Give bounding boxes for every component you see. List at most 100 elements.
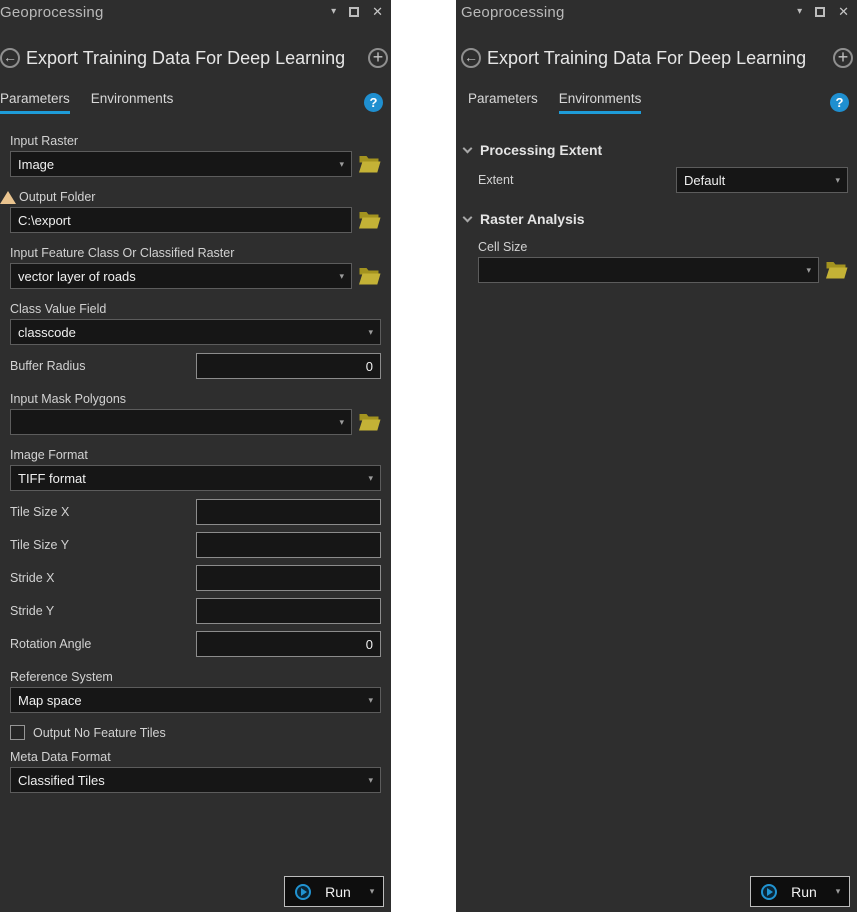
run-button-label: Run — [317, 884, 351, 900]
run-dropdown-button[interactable]: ▾ — [829, 880, 847, 903]
input-raster-value: Image — [18, 157, 54, 172]
pane-title: Geoprocessing — [461, 4, 565, 21]
close-icon[interactable]: ✕ — [838, 7, 849, 17]
input-mask-polygons-browse-button[interactable] — [358, 413, 381, 432]
stride-y-label: Stride Y — [10, 604, 54, 618]
input-feature-value: vector layer of roads — [18, 269, 136, 284]
plus-icon: + — [373, 48, 384, 66]
back-button[interactable]: ← — [0, 48, 20, 68]
folder-icon — [825, 261, 848, 280]
meta-data-format-combo[interactable]: Classified Tiles ▾ — [10, 767, 381, 793]
tab-parameters[interactable]: Parameters — [0, 91, 70, 114]
stride-x-row: Stride X — [10, 565, 381, 591]
input-feature-label: Input Feature Class Or Classified Raster — [10, 246, 381, 260]
folder-icon — [358, 155, 381, 174]
section-title: Processing Extent — [480, 142, 602, 158]
help-icon[interactable]: ? — [830, 93, 849, 112]
maximize-icon[interactable] — [815, 7, 825, 17]
pane-titlebar: Geoprocessing ▾ ✕ — [456, 0, 857, 22]
input-mask-polygons-label: Input Mask Polygons — [10, 392, 381, 406]
tool-title: Export Training Data For Deep Learning — [487, 48, 827, 69]
window-controls: ▾ ✕ — [331, 6, 383, 17]
meta-data-format-value: Classified Tiles — [18, 773, 105, 788]
chevron-down-icon: ▾ — [836, 886, 841, 897]
geoprocessing-pane-environments: Geoprocessing ▾ ✕ ← Export Training Data… — [456, 0, 857, 912]
tool-title: Export Training Data For Deep Learning — [26, 48, 362, 69]
tool-header: ← Export Training Data For Deep Learning… — [456, 45, 857, 71]
output-no-feature-tiles-checkbox[interactable] — [10, 725, 25, 740]
tab-bar: Parameters Environments ? — [456, 90, 857, 114]
folder-icon — [358, 413, 381, 432]
back-button[interactable]: ← — [461, 48, 481, 68]
run-dropdown-button[interactable]: ▾ — [363, 880, 381, 903]
cell-size-combo[interactable]: ▾ — [478, 257, 819, 283]
pane-menu-icon[interactable]: ▾ — [331, 6, 336, 17]
output-folder-input[interactable]: C:\export — [10, 207, 352, 233]
chevron-down-icon: ▾ — [362, 327, 373, 338]
image-format-value: TIFF format — [18, 471, 86, 486]
class-value-field-combo[interactable]: classcode ▾ — [10, 319, 381, 345]
output-no-feature-tiles-label: Output No Feature Tiles — [33, 726, 166, 740]
meta-data-format-label: Meta Data Format — [10, 750, 381, 764]
input-raster-combo[interactable]: Image ▾ — [10, 151, 352, 177]
pane-footer: Run ▾ — [284, 876, 384, 907]
tile-size-y-input[interactable] — [196, 532, 381, 558]
chevron-down-icon: ▾ — [370, 886, 375, 897]
warning-icon — [0, 191, 16, 204]
back-arrow-icon: ← — [464, 50, 478, 64]
tab-bar: Parameters Environments ? — [0, 90, 391, 114]
environments-form: Processing Extent Extent Default ▾ Raste… — [456, 141, 857, 283]
chevron-down-icon: ▾ — [333, 271, 344, 282]
pane-titlebar: Geoprocessing ▾ ✕ — [0, 0, 391, 22]
section-processing-extent[interactable]: Processing Extent — [462, 141, 848, 158]
rotation-angle-input[interactable]: 0 — [196, 631, 381, 657]
add-to-model-button[interactable]: + — [368, 48, 388, 68]
window-controls: ▾ ✕ — [797, 6, 849, 17]
buffer-radius-row: Buffer Radius 0 — [10, 353, 381, 379]
pane-menu-icon[interactable]: ▾ — [797, 6, 802, 17]
chevron-down-icon: ▾ — [362, 695, 373, 706]
class-value-field-label: Class Value Field — [10, 302, 381, 316]
tab-environments[interactable]: Environments — [559, 91, 642, 114]
pane-title: Geoprocessing — [0, 4, 104, 21]
collapse-chevron-icon — [463, 143, 473, 153]
maximize-icon[interactable] — [349, 7, 359, 17]
output-folder-value: C:\export — [18, 213, 71, 228]
buffer-radius-label: Buffer Radius — [10, 359, 86, 373]
tab-environments[interactable]: Environments — [91, 91, 174, 114]
add-to-model-button[interactable]: + — [833, 48, 853, 68]
reference-system-combo[interactable]: Map space ▾ — [10, 687, 381, 713]
help-icon[interactable]: ? — [364, 93, 383, 112]
tab-parameters[interactable]: Parameters — [468, 91, 538, 114]
stride-y-input[interactable] — [196, 598, 381, 624]
folder-icon — [358, 267, 381, 286]
image-format-label: Image Format — [10, 448, 381, 462]
cell-size-browse-button[interactable] — [825, 261, 848, 280]
input-feature-browse-button[interactable] — [358, 267, 381, 286]
input-raster-browse-button[interactable] — [358, 155, 381, 174]
output-folder-browse-button[interactable] — [358, 211, 381, 230]
buffer-radius-input[interactable]: 0 — [196, 353, 381, 379]
close-icon[interactable]: ✕ — [372, 7, 383, 17]
extent-value: Default — [684, 173, 725, 188]
folder-icon — [358, 211, 381, 230]
section-raster-analysis[interactable]: Raster Analysis — [462, 210, 848, 227]
chevron-down-icon: ▾ — [333, 159, 344, 170]
pane-footer: Run ▾ — [750, 876, 850, 907]
chevron-down-icon: ▾ — [362, 775, 373, 786]
cell-size-label: Cell Size — [478, 240, 848, 254]
run-play-icon — [295, 884, 311, 900]
tile-size-x-input[interactable] — [196, 499, 381, 525]
input-feature-combo[interactable]: vector layer of roads ▾ — [10, 263, 352, 289]
image-format-combo[interactable]: TIFF format ▾ — [10, 465, 381, 491]
section-title: Raster Analysis — [480, 211, 585, 227]
extent-label: Extent — [478, 173, 513, 187]
geoprocessing-pane-parameters: Geoprocessing ▾ ✕ ← Export Training Data… — [0, 0, 391, 912]
stride-x-input[interactable] — [196, 565, 381, 591]
input-mask-polygons-combo[interactable]: ▾ — [10, 409, 352, 435]
run-button[interactable]: Run ▾ — [284, 876, 384, 907]
tile-size-y-label: Tile Size Y — [10, 538, 69, 552]
run-button[interactable]: Run ▾ — [750, 876, 850, 907]
stride-x-label: Stride X — [10, 571, 54, 585]
extent-combo[interactable]: Default ▾ — [676, 167, 848, 193]
